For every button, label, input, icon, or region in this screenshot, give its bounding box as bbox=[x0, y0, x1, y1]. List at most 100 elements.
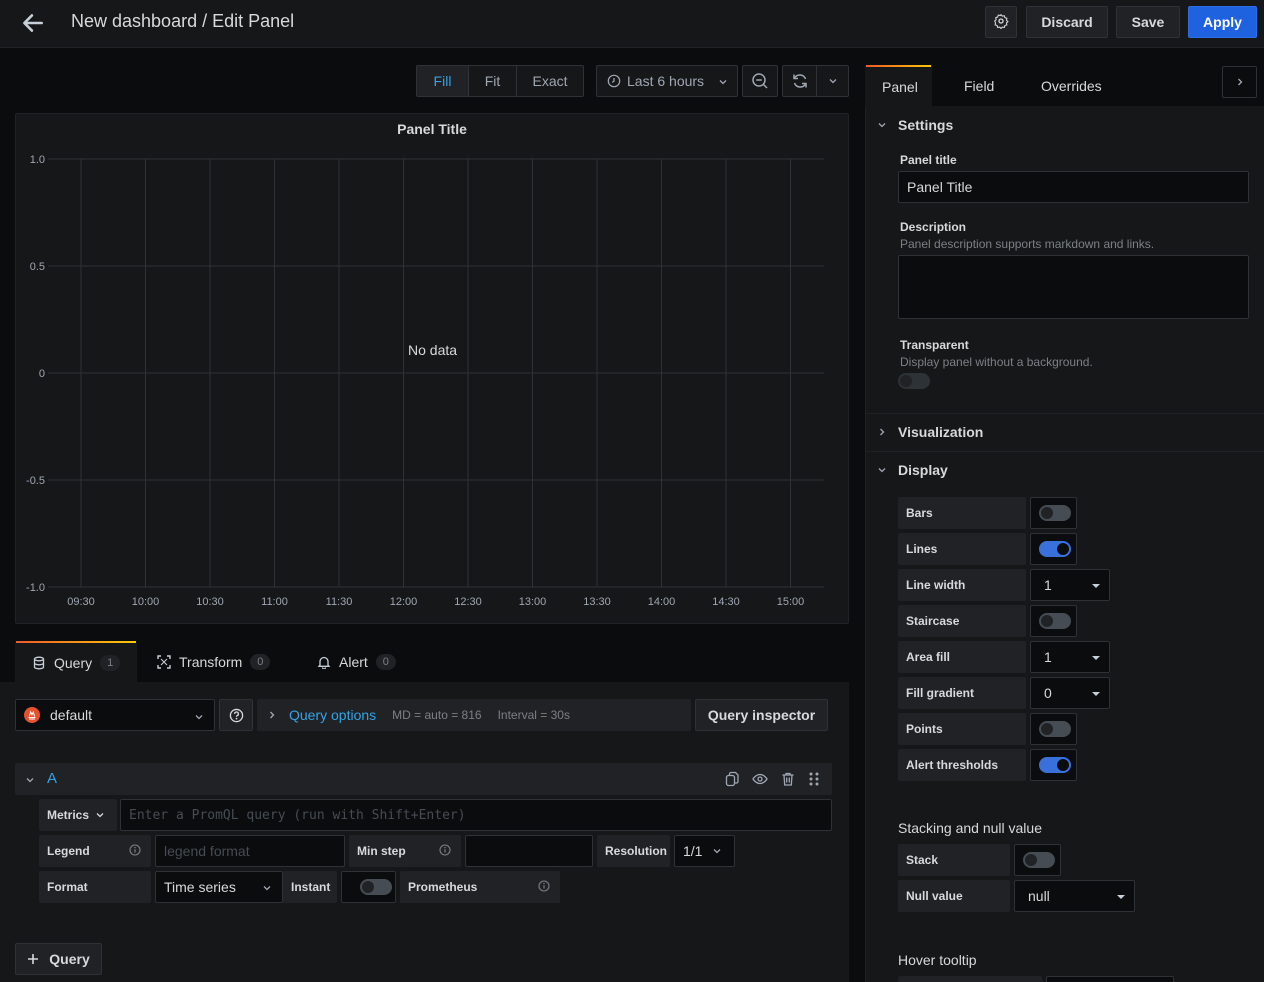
tab-overrides[interactable]: Overrides bbox=[1027, 65, 1137, 107]
collapse-options-button[interactable] bbox=[1222, 66, 1257, 98]
fill-gradient-select[interactable]: 0 bbox=[1030, 677, 1110, 709]
panel-title-input[interactable]: Panel Title bbox=[898, 171, 1249, 203]
fill-mode-button[interactable]: Fill bbox=[417, 66, 469, 96]
eye-icon[interactable] bbox=[752, 771, 768, 787]
caret-down-icon bbox=[1117, 895, 1125, 899]
bars-label: Bars bbox=[898, 497, 1026, 529]
description-textarea[interactable] bbox=[898, 255, 1249, 319]
caret-down-icon bbox=[1092, 656, 1100, 660]
query-row-header[interactable]: A bbox=[15, 763, 832, 795]
alert-thresholds-toggle[interactable] bbox=[1039, 757, 1071, 773]
lines-label: Lines bbox=[898, 533, 1026, 565]
min-step-input[interactable] bbox=[465, 835, 593, 867]
x-tick-label: 15:00 bbox=[777, 596, 805, 608]
prometheus-label-text: Prometheus bbox=[408, 880, 478, 894]
instant-toggle[interactable] bbox=[360, 879, 392, 895]
x-tick-label: 09:30 bbox=[67, 596, 95, 608]
plus-icon bbox=[27, 953, 39, 965]
datasource-help-button[interactable] bbox=[219, 699, 253, 731]
bars-toggle[interactable] bbox=[1039, 505, 1071, 521]
metrics-dropdown[interactable]: Metrics bbox=[39, 799, 117, 831]
stack-label: Stack bbox=[898, 844, 1010, 876]
page-title: New dashboard / Edit Panel bbox=[71, 11, 295, 31]
display-heading: Display bbox=[898, 462, 948, 478]
x-tick-label: 10:00 bbox=[132, 596, 160, 608]
panel-size-mode-group: Fill Fit Exact bbox=[416, 65, 584, 97]
x-tick-label: 14:30 bbox=[712, 596, 740, 608]
refresh-button[interactable] bbox=[783, 66, 817, 96]
query-options-label: Query options bbox=[289, 707, 377, 723]
discard-button[interactable]: Discard bbox=[1026, 6, 1108, 38]
staircase-label: Staircase bbox=[898, 605, 1026, 637]
area-fill-select[interactable]: 1 bbox=[1030, 641, 1110, 673]
instant-label: Instant bbox=[283, 871, 337, 903]
save-button[interactable]: Save bbox=[1116, 6, 1180, 38]
alert-thresholds-toggle-box[interactable] bbox=[1030, 749, 1077, 781]
legend-label-text: Legend bbox=[47, 844, 90, 858]
query-ref-id[interactable]: A bbox=[47, 770, 57, 787]
tab-transform[interactable]: Transform 0 bbox=[137, 641, 293, 682]
duplicate-query-icon[interactable] bbox=[724, 771, 740, 787]
query-tabs: Query 1 Transform 0 Alert 0 bbox=[15, 641, 413, 682]
panel-preview: Panel Title 1.0 0.5 0 -0.5 -1.0 09:30 10:00 10… bbox=[15, 113, 849, 624]
tab-query[interactable]: Query 1 bbox=[15, 641, 137, 682]
tab-panel[interactable]: Panel bbox=[865, 65, 932, 107]
transparent-toggle[interactable] bbox=[898, 373, 930, 389]
trash-icon[interactable] bbox=[780, 771, 796, 787]
chevron-right-icon bbox=[865, 427, 898, 437]
lines-toggle-box[interactable] bbox=[1030, 533, 1077, 565]
tooltip-mode-select[interactable] bbox=[1046, 976, 1174, 982]
info-circle-icon[interactable] bbox=[538, 880, 550, 895]
transform-count-badge: 0 bbox=[250, 653, 271, 670]
graph-chart: 1.0 0.5 0 -0.5 -1.0 09:30 10:00 10:30 11:00 11:3… bbox=[26, 154, 824, 608]
stack-toggle[interactable] bbox=[1023, 852, 1055, 868]
info-circle-icon[interactable] bbox=[439, 844, 451, 859]
bars-toggle-box[interactable] bbox=[1030, 497, 1077, 529]
add-query-label: Query bbox=[49, 951, 90, 967]
transparent-label: Transparent bbox=[900, 338, 969, 352]
chevron-right-icon bbox=[1235, 77, 1245, 87]
visualization-section-header[interactable]: Visualization bbox=[865, 413, 1264, 451]
staircase-toggle[interactable] bbox=[1039, 613, 1071, 629]
fit-mode-button[interactable]: Fit bbox=[469, 66, 517, 96]
settings-section-header[interactable]: Settings bbox=[865, 106, 1264, 144]
x-tick-label: 11:30 bbox=[326, 596, 353, 608]
settings-button[interactable] bbox=[985, 6, 1017, 38]
stacking-heading: Stacking and null value bbox=[898, 820, 1042, 836]
zoom-out-button[interactable] bbox=[742, 65, 778, 97]
format-select[interactable]: Time series bbox=[155, 871, 283, 903]
database-icon bbox=[32, 656, 46, 670]
lines-toggle[interactable] bbox=[1039, 541, 1071, 557]
staircase-toggle-box[interactable] bbox=[1030, 605, 1077, 637]
query-inspector-button[interactable]: Query inspector bbox=[695, 699, 828, 731]
chevron-down-icon bbox=[194, 709, 204, 725]
legend-format-input[interactable]: legend format bbox=[155, 835, 345, 867]
info-circle-icon[interactable] bbox=[129, 844, 141, 859]
chevron-down-icon bbox=[865, 120, 898, 130]
stack-toggle-box[interactable] bbox=[1014, 844, 1061, 876]
datasource-picker[interactable]: default bbox=[15, 699, 215, 731]
time-range-picker[interactable]: Last 6 hours bbox=[596, 65, 738, 97]
format-value: Time series bbox=[164, 879, 236, 895]
settings-heading: Settings bbox=[898, 117, 954, 133]
points-toggle-box[interactable] bbox=[1030, 713, 1077, 745]
tab-field[interactable]: Field bbox=[932, 65, 1027, 107]
refresh-interval-dropdown[interactable] bbox=[817, 66, 848, 96]
drag-handle-icon[interactable] bbox=[808, 771, 824, 787]
line-width-select[interactable]: 1 bbox=[1030, 569, 1110, 601]
display-section-header[interactable]: Display bbox=[865, 451, 1264, 489]
tab-alert[interactable]: Alert 0 bbox=[293, 641, 413, 682]
points-toggle[interactable] bbox=[1039, 721, 1071, 737]
query-options-toggle[interactable]: Query options MD = auto = 816 Interval =… bbox=[257, 699, 691, 731]
format-label: Format bbox=[39, 871, 151, 903]
instant-toggle-box[interactable] bbox=[341, 871, 396, 903]
chevron-down-icon[interactable] bbox=[25, 772, 35, 788]
exact-mode-button[interactable]: Exact bbox=[517, 66, 583, 96]
null-value-text: null bbox=[1028, 888, 1050, 904]
back-arrow-icon[interactable] bbox=[20, 10, 46, 36]
add-query-button[interactable]: Query bbox=[15, 943, 102, 975]
apply-button[interactable]: Apply bbox=[1188, 6, 1257, 38]
null-value-select[interactable]: null bbox=[1014, 880, 1135, 912]
resolution-select[interactable]: 1/1 bbox=[674, 835, 735, 867]
promql-query-input[interactable]: Enter a PromQL query (run with Shift+Ent… bbox=[120, 799, 832, 831]
